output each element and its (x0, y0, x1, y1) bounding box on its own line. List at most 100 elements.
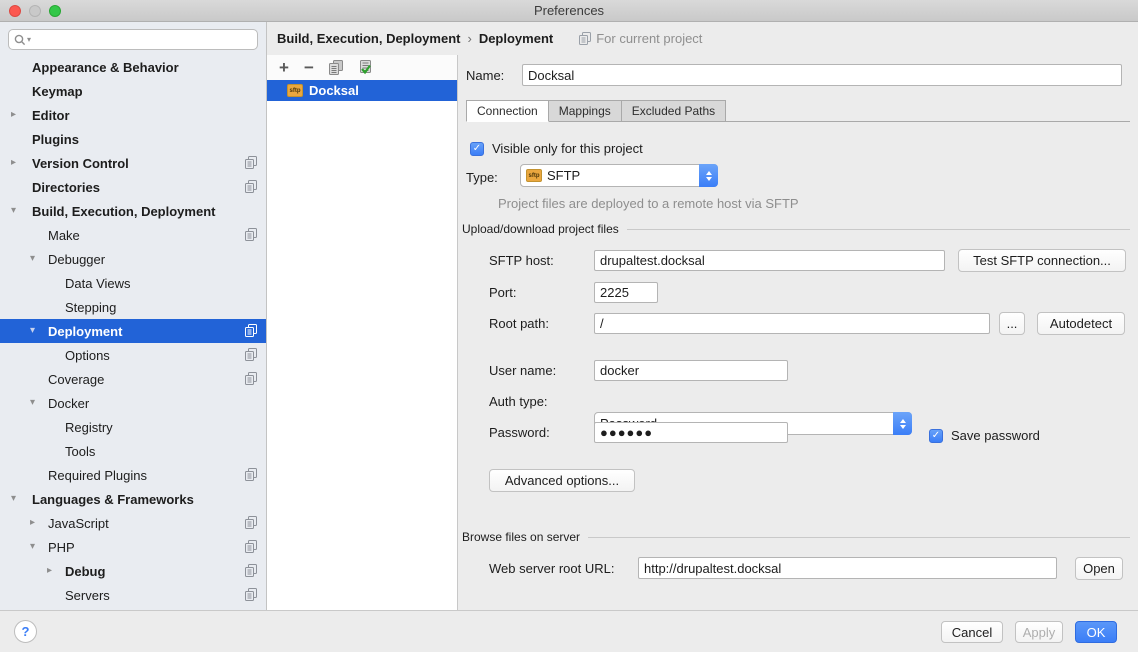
sidebar-item-keymap[interactable]: Keymap (0, 79, 266, 103)
sftp-host-input[interactable] (594, 250, 945, 271)
sidebar-item-stepping[interactable]: Stepping (0, 295, 266, 319)
chevron-right-icon[interactable]: ▸ (11, 110, 16, 120)
sidebar-item-label: JavaScript (0, 516, 109, 531)
remove-server-button[interactable]: − (304, 59, 314, 76)
search-field[interactable]: ▾ (8, 29, 258, 50)
per-project-icon (579, 32, 591, 45)
chevron-right-icon[interactable]: ▸ (30, 518, 35, 528)
advanced-options-button[interactable]: Advanced options... (489, 469, 635, 492)
chevron-down-icon[interactable]: ▾ (30, 398, 35, 408)
password-label: Password: (489, 422, 550, 443)
browse-section-header: Browse files on server (462, 530, 1130, 544)
web-root-label: Web server root URL: (489, 558, 614, 579)
dropdown-stepper-icon (893, 412, 912, 435)
sidebar-item-php[interactable]: ▾PHP (0, 535, 266, 559)
save-password-checkbox[interactable]: ✓ (929, 429, 943, 443)
save-password-label: Save password (951, 425, 1040, 446)
chevron-down-icon[interactable]: ▾ (11, 206, 16, 216)
sidebar-item-javascript[interactable]: ▸JavaScript (0, 511, 266, 535)
sidebar-item-deployment[interactable]: ▾Deployment (0, 319, 266, 343)
sidebar-item-docker[interactable]: ▾Docker (0, 391, 266, 415)
chevron-down-icon[interactable]: ▾ (30, 326, 35, 336)
password-input[interactable] (594, 422, 788, 443)
root-path-input[interactable] (594, 313, 990, 334)
sidebar-item-label: PHP (0, 540, 75, 555)
search-icon (14, 34, 26, 46)
scope-note-label: For current project (596, 31, 702, 46)
sidebar-item-label: Directories (0, 180, 100, 195)
apply-button[interactable]: Apply (1015, 621, 1063, 643)
sidebar-item-data-views[interactable]: Data Views (0, 271, 266, 295)
preferences-window: Preferences ▾ Appearance & Behavior Keyma… (0, 0, 1138, 652)
type-value: SFTP (547, 168, 717, 183)
help-button[interactable]: ? (14, 620, 37, 643)
breadcrumb-part-current: Deployment (479, 31, 553, 46)
dialog-footer: ? Cancel Apply OK (0, 610, 1138, 652)
port-input[interactable] (594, 282, 658, 303)
sidebar-item-plugins[interactable]: Plugins (0, 127, 266, 151)
breadcrumb: Build, Execution, Deployment›Deployment (277, 31, 553, 46)
sftp-type-icon: sftp (526, 169, 542, 182)
name-input[interactable] (522, 64, 1122, 86)
search-input[interactable] (34, 33, 252, 47)
test-sftp-connection-button[interactable]: Test SFTP connection... (958, 249, 1126, 272)
window-title: Preferences (0, 3, 1138, 18)
sidebar-item-label: Required Plugins (0, 468, 147, 483)
sidebar-item-label: Version Control (0, 156, 129, 171)
open-url-button[interactable]: Open (1075, 557, 1123, 580)
sidebar-item-build-execution-deployment[interactable]: ▾Build, Execution, Deployment (0, 199, 266, 223)
sftp-host-label: SFTP host: (489, 250, 554, 271)
sidebar-item-label: Make (0, 228, 80, 243)
type-label: Type: (466, 167, 498, 188)
tab-connection[interactable]: Connection (466, 100, 549, 122)
sidebar-item-servers[interactable]: Servers (0, 583, 266, 607)
per-project-icon (245, 468, 257, 481)
per-project-icon (245, 348, 257, 361)
chevron-down-icon[interactable]: ▾ (11, 494, 16, 504)
type-dropdown[interactable]: sftp SFTP (520, 164, 718, 187)
sidebar-item-label: Keymap (0, 84, 83, 99)
sidebar-item-version-control[interactable]: ▸Version Control (0, 151, 266, 175)
tab-mappings[interactable]: Mappings (549, 100, 622, 122)
use-as-default-button[interactable] (358, 60, 373, 75)
sidebar-item-tools[interactable]: Tools (0, 439, 266, 463)
per-project-icon (245, 516, 257, 529)
web-root-input[interactable] (638, 557, 1057, 579)
copy-server-button[interactable] (329, 60, 343, 75)
chevron-down-icon[interactable]: ▾ (30, 254, 35, 264)
scope-note: For current project (579, 31, 702, 46)
autodetect-button[interactable]: Autodetect (1037, 312, 1125, 335)
chevron-right-icon[interactable]: ▸ (47, 566, 52, 576)
sidebar-item-appearance-behavior[interactable]: Appearance & Behavior (0, 55, 266, 79)
chevron-down-icon[interactable]: ▾ (30, 542, 35, 552)
visible-only-checkbox[interactable]: ✓ (470, 142, 484, 156)
sidebar-item-options[interactable]: Options (0, 343, 266, 367)
server-list-item-docksal[interactable]: sftp Docksal (267, 80, 457, 101)
sidebar-item-registry[interactable]: Registry (0, 415, 266, 439)
sidebar-item-coverage[interactable]: Coverage (0, 367, 266, 391)
sidebar-item-make[interactable]: Make (0, 223, 266, 247)
sidebar-item-languages-frameworks[interactable]: ▾Languages & Frameworks (0, 487, 266, 511)
sidebar-item-label: Plugins (0, 132, 79, 147)
browse-root-path-button[interactable]: ... (999, 312, 1025, 335)
cancel-button[interactable]: Cancel (941, 621, 1003, 643)
per-project-icon (245, 180, 257, 193)
port-label: Port: (489, 282, 516, 303)
sidebar-item-label: Build, Execution, Deployment (0, 204, 215, 219)
sidebar-item-required-plugins[interactable]: Required Plugins (0, 463, 266, 487)
sidebar-item-label: Languages & Frameworks (0, 492, 194, 507)
ok-button[interactable]: OK (1075, 621, 1117, 643)
breadcrumb-row: Build, Execution, Deployment›Deployment … (267, 22, 1138, 55)
sidebar-item-directories[interactable]: Directories (0, 175, 266, 199)
sidebar-item-label: Registry (0, 420, 113, 435)
user-name-input[interactable] (594, 360, 788, 381)
breadcrumb-part-parent[interactable]: Build, Execution, Deployment (277, 31, 460, 46)
sidebar-item-editor[interactable]: ▸Editor (0, 103, 266, 127)
tab-excluded-paths[interactable]: Excluded Paths (622, 100, 726, 122)
sidebar-item-debugger[interactable]: ▾Debugger (0, 247, 266, 271)
sidebar-item-debug[interactable]: ▸Debug (0, 559, 266, 583)
chevron-right-icon[interactable]: ▸ (11, 158, 16, 168)
search-scope-caret-icon[interactable]: ▾ (27, 35, 31, 44)
sidebar-item-label: Stepping (0, 300, 116, 315)
add-server-button[interactable]: + (279, 59, 289, 76)
